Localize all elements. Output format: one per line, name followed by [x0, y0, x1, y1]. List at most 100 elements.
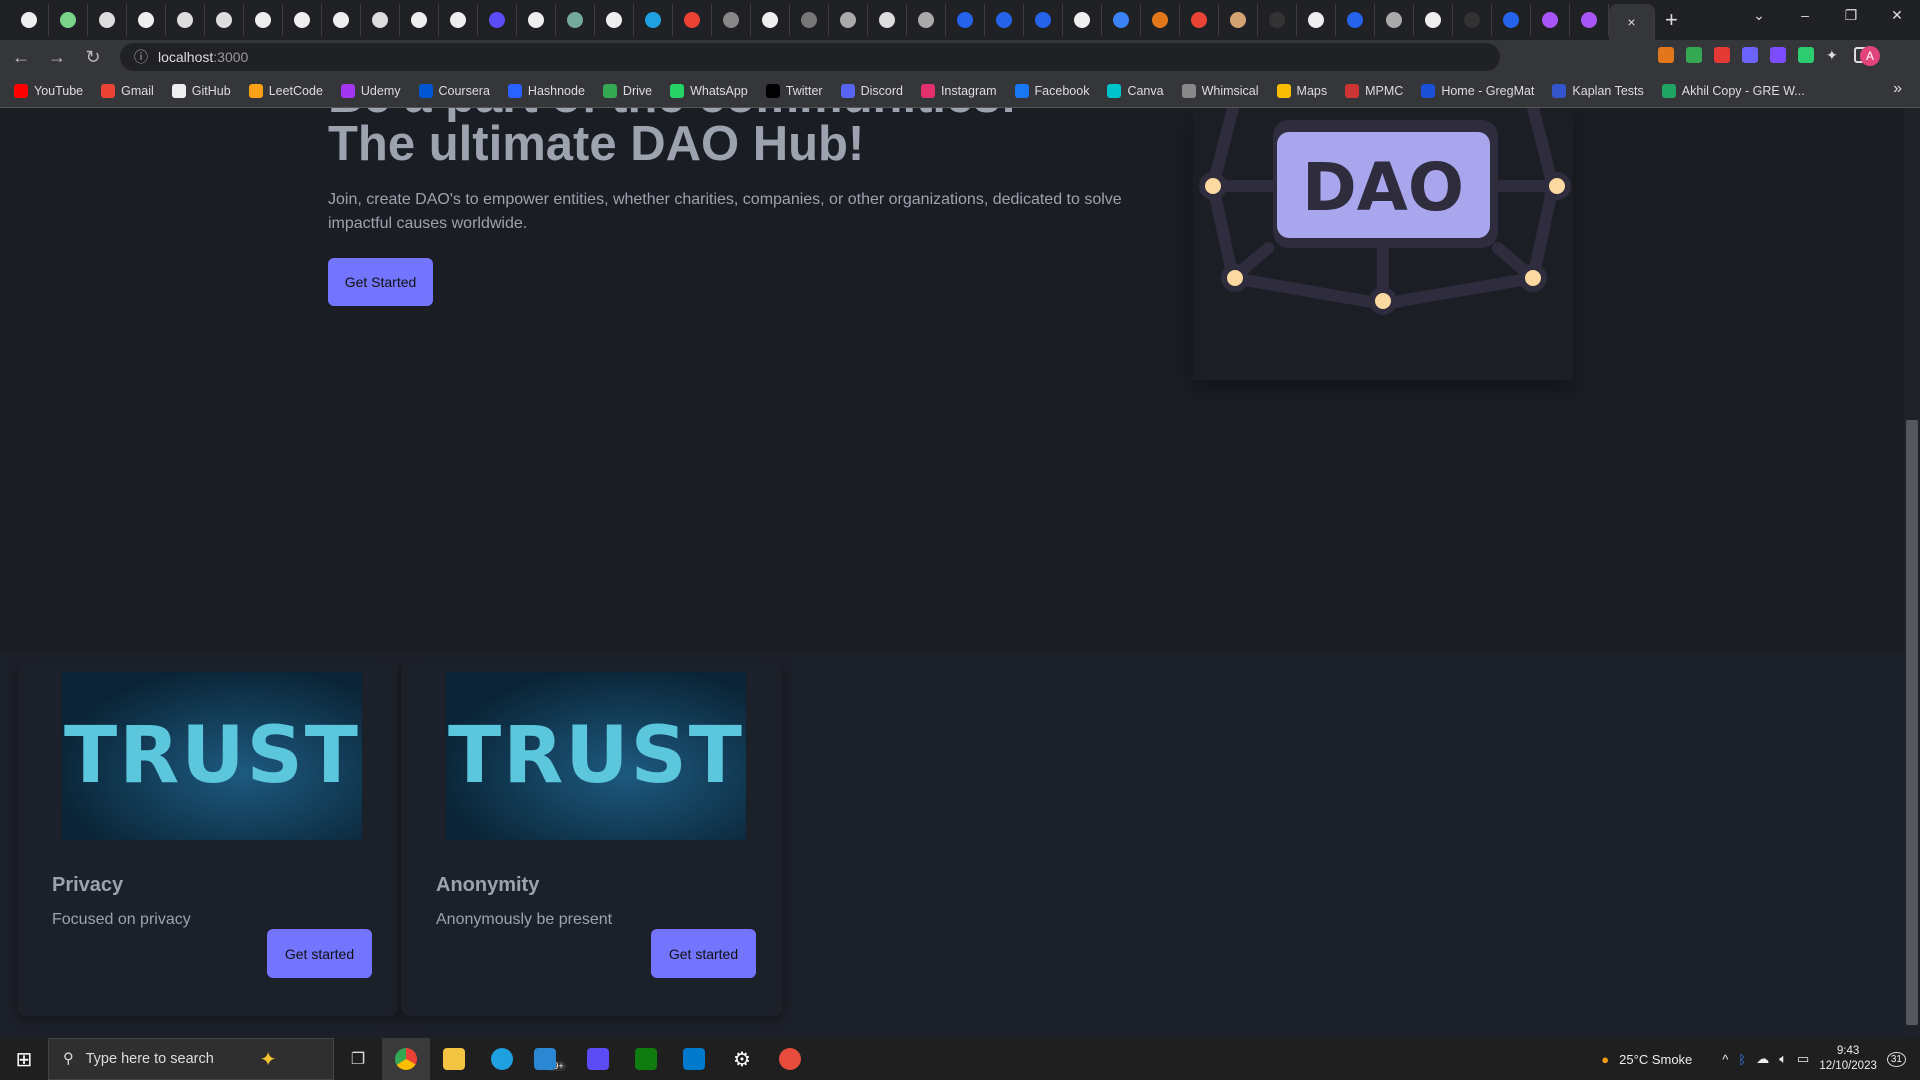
- settings-icon[interactable]: ⚙: [718, 1038, 766, 1080]
- address-bar[interactable]: ⓘ localhost:3000: [120, 43, 1500, 71]
- browser-tab[interactable]: [478, 4, 517, 36]
- tray-overflow-icon[interactable]: ^: [1722, 1052, 1728, 1067]
- browser-tab[interactable]: [166, 4, 205, 36]
- bookmark-item[interactable]: Akhil Copy - GRE W...: [1661, 83, 1805, 98]
- vscode-icon[interactable]: [670, 1038, 718, 1080]
- get-started-button[interactable]: Get Started: [328, 258, 433, 306]
- browser-tab[interactable]: [595, 4, 634, 36]
- active-tab[interactable]: ×: [1609, 4, 1655, 40]
- browser-tab[interactable]: [1570, 4, 1609, 36]
- volume-icon[interactable]: 🔈︎: [1779, 1051, 1787, 1067]
- reload-button[interactable]: ↻: [78, 47, 108, 68]
- browser-tab[interactable]: [751, 4, 790, 36]
- puzzle-extensions-icon[interactable]: ✦: [1826, 47, 1842, 63]
- weather-text[interactable]: 25°C Smoke: [1619, 1052, 1692, 1067]
- bookmark-item[interactable]: Drive: [602, 83, 652, 98]
- tab-search-icon[interactable]: ⌄: [1736, 0, 1782, 32]
- bookmark-item[interactable]: Whimsical: [1181, 83, 1259, 98]
- close-tab-icon[interactable]: ×: [1627, 14, 1635, 30]
- onedrive-icon[interactable]: ☁: [1756, 1051, 1769, 1067]
- browser-tab[interactable]: [1024, 4, 1063, 36]
- browser-tab[interactable]: [205, 4, 244, 36]
- browser-tab[interactable]: [1141, 4, 1180, 36]
- battery-icon[interactable]: ▭: [1797, 1051, 1809, 1067]
- browser-tab[interactable]: [1219, 4, 1258, 36]
- browser-tab[interactable]: [673, 4, 712, 36]
- bookmark-item[interactable]: Discord: [840, 83, 903, 98]
- browser-tab[interactable]: [1375, 4, 1414, 36]
- bookmark-item[interactable]: Gmail: [101, 83, 154, 98]
- bookmark-item[interactable]: GitHub: [171, 83, 231, 98]
- bookmark-item[interactable]: WhatsApp: [670, 83, 748, 98]
- bookmark-item[interactable]: Maps: [1276, 83, 1327, 98]
- browser-tab[interactable]: [1336, 4, 1375, 36]
- browser-tab[interactable]: [907, 4, 946, 36]
- browser-tab[interactable]: [1492, 4, 1531, 36]
- card-get-started-button[interactable]: Get started: [651, 929, 756, 978]
- minimize-button[interactable]: –: [1782, 0, 1828, 32]
- site-info-icon[interactable]: ⓘ: [134, 47, 148, 67]
- extension-icon[interactable]: [1686, 47, 1702, 63]
- browser-tab[interactable]: [829, 4, 868, 36]
- browser-tab[interactable]: [283, 4, 322, 36]
- browser-tab[interactable]: [88, 4, 127, 36]
- taskbar-search[interactable]: ⚲ Type here to search ✦: [48, 1038, 334, 1080]
- browser-tab[interactable]: [1102, 4, 1141, 36]
- restore-button[interactable]: ❐: [1828, 0, 1874, 32]
- extension-icon[interactable]: [1798, 47, 1814, 63]
- browser-tab[interactable]: [1258, 4, 1297, 36]
- back-button[interactable]: ←: [6, 47, 36, 68]
- app-icon[interactable]: [574, 1038, 622, 1080]
- bookmark-item[interactable]: YouTube: [14, 83, 83, 98]
- browser-tab[interactable]: [439, 4, 478, 36]
- browser-tab[interactable]: [1453, 4, 1492, 36]
- app-icon[interactable]: [766, 1038, 814, 1080]
- browser-tab[interactable]: [556, 4, 595, 36]
- profile-avatar[interactable]: A: [1860, 46, 1880, 66]
- browser-tab[interactable]: [322, 4, 361, 36]
- browser-tab[interactable]: [790, 4, 829, 36]
- bookmark-item[interactable]: Coursera: [418, 83, 490, 98]
- clock[interactable]: 9:43 12/10/2023: [1819, 1044, 1877, 1074]
- new-tab-button[interactable]: +: [1665, 7, 1678, 33]
- bookmark-item[interactable]: Canva: [1107, 83, 1164, 98]
- browser-tab[interactable]: [1180, 4, 1219, 36]
- card-get-started-button[interactable]: Get started: [267, 929, 372, 978]
- bookmark-item[interactable]: Hashnode: [507, 83, 585, 98]
- notifications-icon[interactable]: 31: [1886, 1051, 1906, 1067]
- browser-tab[interactable]: [1063, 4, 1102, 36]
- browser-tab[interactable]: [1297, 4, 1336, 36]
- browser-tab[interactable]: [361, 4, 400, 36]
- extension-icon[interactable]: [1714, 47, 1730, 63]
- xbox-icon[interactable]: [622, 1038, 670, 1080]
- task-view-icon[interactable]: ❐: [334, 1038, 382, 1080]
- browser-tab[interactable]: [946, 4, 985, 36]
- bookmark-item[interactable]: Twitter: [765, 83, 823, 98]
- file-explorer-icon[interactable]: [430, 1038, 478, 1080]
- scrollbar-thumb[interactable]: [1906, 420, 1918, 1025]
- windows-start-icon[interactable]: ⊞: [0, 1047, 48, 1072]
- forward-button[interactable]: →: [42, 47, 72, 68]
- bookmark-item[interactable]: Facebook: [1014, 83, 1089, 98]
- bookmarks-overflow-button[interactable]: »: [1893, 80, 1902, 98]
- bookmark-item[interactable]: MPMC: [1345, 83, 1403, 98]
- browser-tab[interactable]: [10, 4, 49, 36]
- browser-tab[interactable]: [400, 4, 439, 36]
- browser-tab[interactable]: [712, 4, 751, 36]
- browser-tab[interactable]: [985, 4, 1024, 36]
- browser-tab[interactable]: [517, 4, 556, 36]
- browser-tab[interactable]: [868, 4, 907, 36]
- browser-tab[interactable]: [127, 4, 166, 36]
- bookmark-item[interactable]: Udemy: [340, 83, 401, 98]
- browser-tab[interactable]: [49, 4, 88, 36]
- close-window-button[interactable]: ✕: [1874, 0, 1920, 32]
- chrome-taskbar-icon[interactable]: [382, 1038, 430, 1080]
- bookmark-item[interactable]: Home - GregMat: [1421, 83, 1534, 98]
- browser-tab[interactable]: [634, 4, 673, 36]
- browser-tab[interactable]: [1531, 4, 1570, 36]
- extension-icon[interactable]: [1742, 47, 1758, 63]
- mail-icon[interactable]: 99+: [526, 1038, 574, 1080]
- bluetooth-icon[interactable]: ᛒ: [1738, 1052, 1746, 1067]
- bookmark-item[interactable]: Kaplan Tests: [1552, 83, 1644, 98]
- extension-icon[interactable]: [1770, 47, 1786, 63]
